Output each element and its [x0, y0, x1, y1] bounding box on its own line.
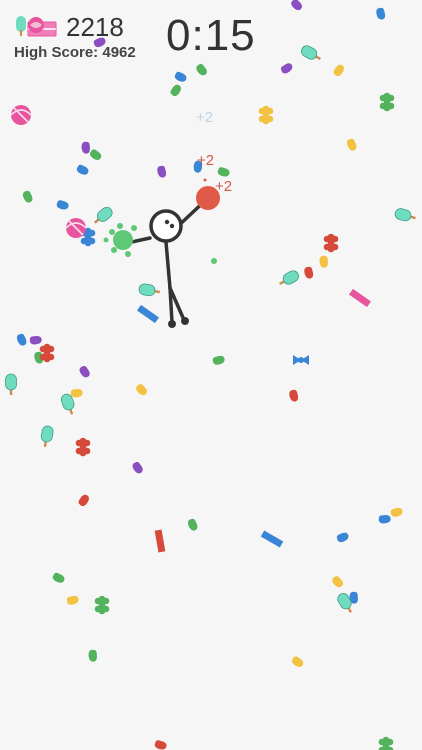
green-bean-candy	[170, 84, 181, 97]
blue-bean-candy	[76, 164, 89, 175]
yellow-bean-candy	[136, 384, 148, 396]
blue-bean-candy	[16, 333, 27, 346]
floating-points-1: +2	[196, 109, 214, 126]
purple-bean-candy	[157, 165, 167, 178]
yellow-bean-candy	[332, 576, 344, 588]
purple-bean-candy	[132, 461, 143, 474]
blue-bean-candy	[336, 532, 349, 543]
green-bean-candy	[52, 572, 65, 583]
blue-bean-candy	[174, 71, 187, 82]
purple-bean-candy	[280, 63, 293, 74]
blue-stick-candy	[136, 304, 160, 324]
yellow-bean-candy	[291, 656, 304, 667]
red-gummy-candy	[323, 233, 339, 253]
pink-stick-candy	[348, 288, 372, 308]
high-score-value: 4962	[102, 44, 136, 61]
yellow-bean-candy	[346, 138, 357, 151]
score-value: 2218	[66, 12, 124, 42]
red-bean-candy	[304, 266, 314, 279]
red-bean-candy	[154, 740, 167, 750]
green-bean-candy	[212, 355, 225, 365]
green-bean-candy	[22, 190, 33, 203]
mint-pop-candy	[138, 283, 161, 297]
stickman-eye-left	[164, 219, 170, 225]
purple-bean-candy	[79, 365, 90, 378]
mint-pop-candy	[40, 425, 54, 448]
stickman-eye-right	[169, 223, 175, 229]
stickman-head	[149, 209, 183, 243]
mint-pop-candy	[279, 270, 299, 286]
green-bean-candy	[217, 167, 230, 177]
green-bean-candy	[196, 63, 207, 76]
blue-bean-candy	[376, 7, 386, 20]
red-gummy-candy	[75, 437, 91, 457]
green-bean-candy	[88, 649, 97, 662]
green-gummy-candy	[94, 595, 110, 615]
blue-bean-candy	[56, 200, 69, 210]
green-gummy-candy	[379, 92, 395, 112]
red-bean-candy	[78, 494, 89, 507]
timer: 0:15	[166, 11, 256, 60]
blue-bean-candy	[378, 515, 391, 524]
candy-score-icon	[16, 16, 57, 37]
yellow-bean-candy	[319, 255, 328, 268]
yellow-bean-candy	[390, 507, 403, 517]
blue-bow-candy	[293, 355, 309, 365]
blue-stick-candy	[260, 530, 284, 548]
purple-bean-candy	[291, 0, 303, 11]
green-gummy-candy	[378, 736, 394, 750]
pink-lolli-candy	[10, 105, 32, 125]
green-bean-candy	[89, 149, 102, 160]
green-bean-candy	[187, 518, 198, 531]
mint-pop-candy	[394, 208, 416, 222]
mint-pop-candy	[301, 45, 321, 61]
yellow-gummy-candy	[258, 105, 274, 125]
mint-pop-candy	[5, 373, 17, 395]
purple-bean-candy	[81, 141, 90, 154]
pink-lolli-candy	[65, 218, 87, 238]
floating-points-3: +2	[215, 178, 233, 195]
red-stick-candy	[154, 529, 166, 553]
yellow-bean-candy	[333, 64, 344, 77]
purple-bean-candy	[29, 336, 42, 345]
stickman-body	[164, 240, 172, 290]
yellow-bean-candy	[70, 389, 83, 398]
red-drip	[203, 178, 207, 182]
yellow-bean-candy	[66, 595, 79, 605]
red-bean-candy	[289, 389, 299, 402]
high-score: High Score: 4962	[14, 44, 136, 62]
stickman-character[interactable]	[122, 196, 210, 328]
stickman-left-foot	[168, 320, 176, 328]
red-gummy-candy	[39, 343, 55, 363]
mint-pop-candy	[94, 206, 113, 224]
high-score-label: High Score:	[14, 44, 99, 61]
stickman-right-foot	[181, 317, 189, 325]
floating-points-2: +2	[197, 152, 215, 169]
